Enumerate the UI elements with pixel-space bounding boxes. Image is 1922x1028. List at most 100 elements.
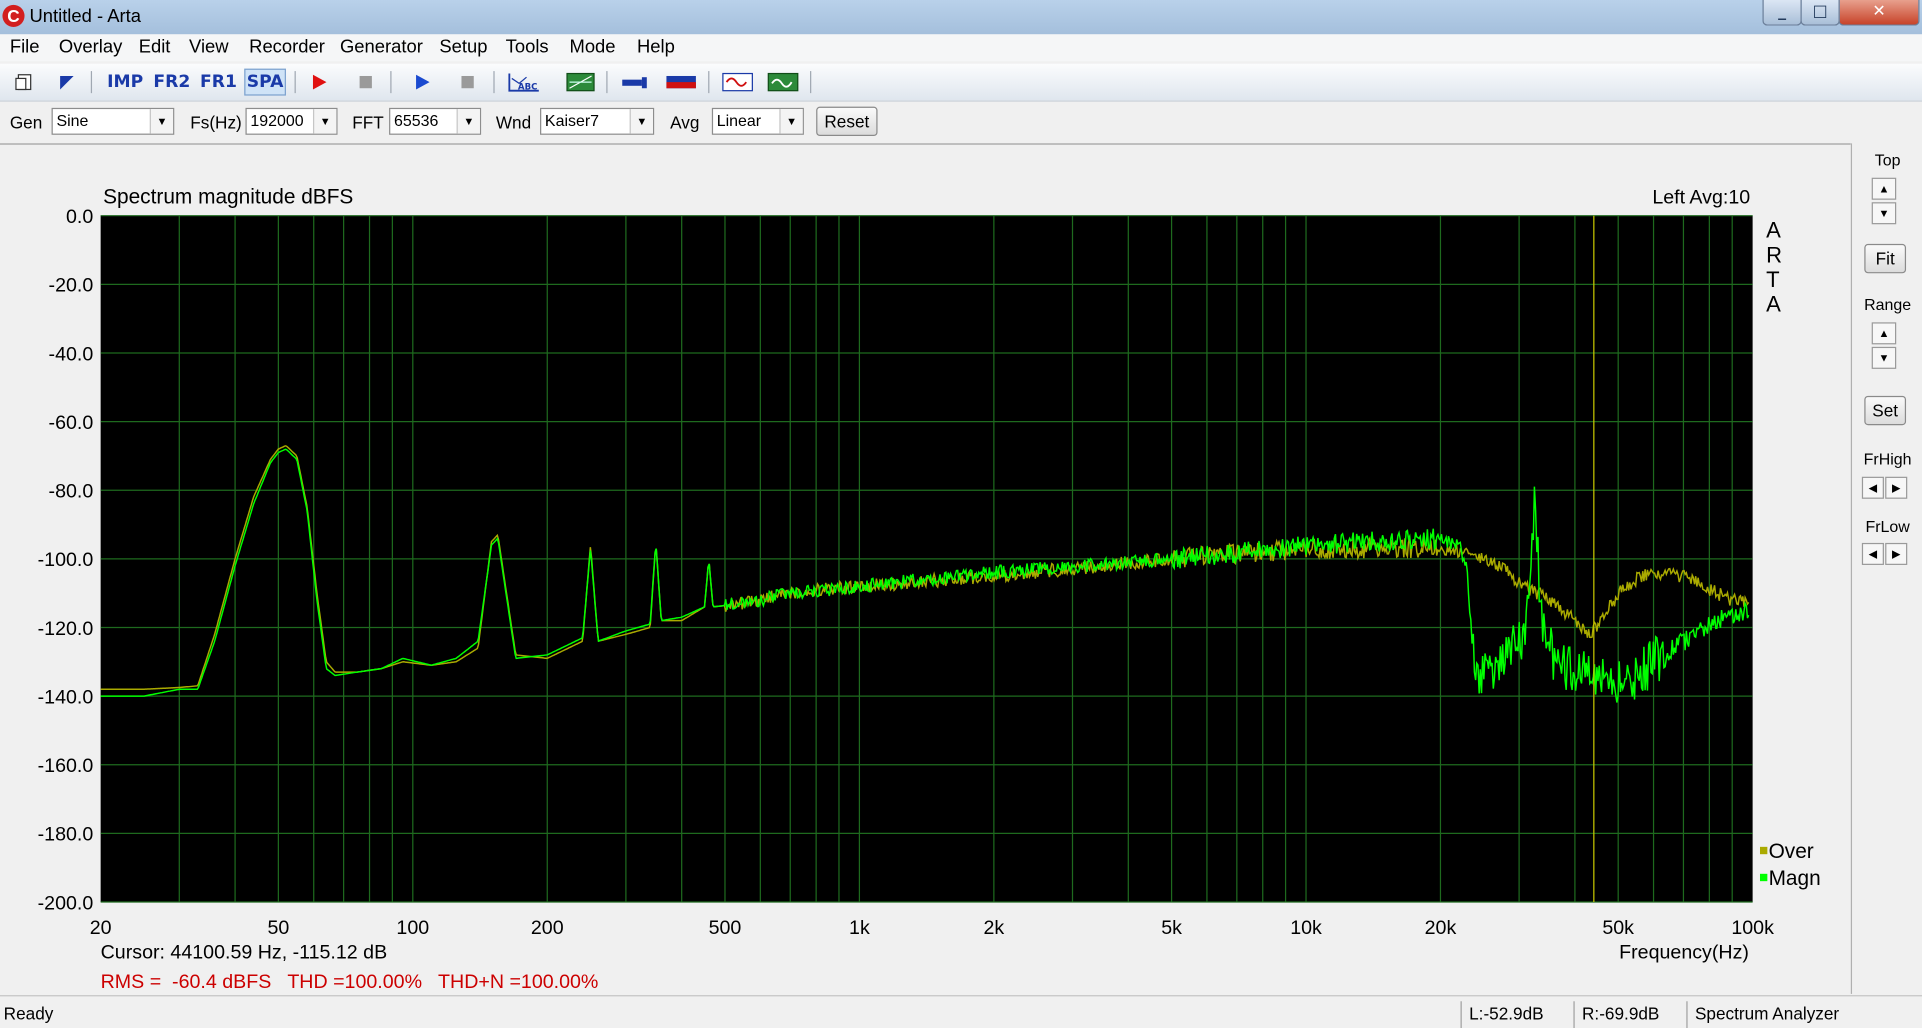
control-bar: Gen Sine ▼ Fs(Hz) 192000 ▼ FFT 65536 ▼ W… xyxy=(0,102,1922,143)
toolbar-separator xyxy=(810,71,812,94)
chevron-down-icon: ▼ xyxy=(149,109,174,134)
fr2-mode-button[interactable]: FR2 xyxy=(152,69,191,96)
y-tick-label: -40.0 xyxy=(49,343,94,365)
reset-button[interactable]: Reset xyxy=(816,106,878,137)
avg-select[interactable]: Linear ▼ xyxy=(711,107,804,135)
gen-select[interactable]: Sine ▼ xyxy=(51,107,175,135)
arta-window: C Untitled - Arta _ □ ✕ File Overlay Edi… xyxy=(0,0,1922,1028)
levels-icon[interactable] xyxy=(664,69,698,96)
menu-tools[interactable]: Tools xyxy=(506,37,549,58)
fit-button[interactable]: Fit xyxy=(1864,243,1907,274)
x-axis-label: Frequency(Hz) xyxy=(1619,941,1749,963)
spectrum-chart[interactable]: Spectrum magnitude dBFS Left Avg:10 0.0 -… xyxy=(0,145,1851,996)
status-bar: Ready L:-52.9dB R:-69.9dB Spectrum Analy… xyxy=(0,995,1922,1028)
fs-value: 192000 xyxy=(250,111,304,130)
y-tick-label: -140.0 xyxy=(38,686,94,708)
chevron-down-icon: ▼ xyxy=(779,109,803,134)
top-down-button[interactable]: ▼ xyxy=(1871,202,1897,225)
x-axis-ticks: 20 50 100 200 500 1k 2k 5k 10k 20k 50k 100k xyxy=(90,917,1774,939)
watermark-letter: A xyxy=(1766,291,1781,316)
x-tick-label: 100 xyxy=(396,917,429,939)
marker-abc-icon[interactable]: ABC xyxy=(506,69,543,96)
left-level: L:-52.9dB xyxy=(1460,1001,1574,1028)
play-icon[interactable] xyxy=(407,69,436,96)
menu-recorder[interactable]: Recorder xyxy=(249,37,325,58)
menu-generator[interactable]: Generator xyxy=(340,37,423,58)
fft-label: FFT xyxy=(352,112,384,133)
stop-play-icon[interactable] xyxy=(453,69,482,96)
watermark-letter: R xyxy=(1766,242,1782,267)
watermark-letter: A xyxy=(1766,218,1781,243)
avg-label: Avg xyxy=(670,112,700,133)
spa-mode-button[interactable]: SPA xyxy=(244,68,286,96)
spectrum-plot-frame: Spectrum magnitude dBFS Left Avg:10 0.0 -… xyxy=(0,143,1851,996)
maximize-button[interactable]: □ xyxy=(1800,0,1840,26)
grid-icon[interactable] xyxy=(565,69,597,96)
fft-value: 65536 xyxy=(393,111,439,130)
y-tick-label: -60.0 xyxy=(49,412,94,434)
range-label: Range xyxy=(1864,295,1912,314)
toolbar-separator xyxy=(390,71,392,94)
stop-record-icon[interactable] xyxy=(351,69,380,96)
legend-swatch-over xyxy=(1759,846,1768,855)
frhigh-left-button[interactable]: ◀ xyxy=(1861,476,1884,499)
probe-icon[interactable] xyxy=(619,69,651,96)
wnd-label: Wnd xyxy=(495,112,532,133)
y-tick-label: -200.0 xyxy=(38,892,94,914)
x-tick-label: 1k xyxy=(849,917,870,939)
close-button[interactable]: ✕ xyxy=(1838,0,1920,26)
toolbar-separator xyxy=(493,71,495,94)
set-button[interactable]: Set xyxy=(1864,395,1907,426)
gen-label: Gen xyxy=(9,112,43,133)
menu-edit[interactable]: Edit xyxy=(139,37,171,58)
y-tick-label: -100.0 xyxy=(38,549,94,571)
frlow-right-button[interactable]: ▶ xyxy=(1885,542,1908,565)
fs-select[interactable]: 192000 ▼ xyxy=(245,107,338,135)
frhigh-right-button[interactable]: ▶ xyxy=(1885,476,1908,499)
frhigh-label: FrHigh xyxy=(1863,449,1912,469)
top-label: Top xyxy=(1874,150,1901,170)
watermark-letter: T xyxy=(1766,267,1779,292)
x-tick-label: 50 xyxy=(267,917,289,939)
toolbar-separator xyxy=(294,71,296,94)
menu-mode[interactable]: Mode xyxy=(569,37,615,58)
status-text: Ready xyxy=(3,1003,54,1024)
record-icon[interactable] xyxy=(304,69,333,96)
range-down-button[interactable]: ▼ xyxy=(1871,346,1897,369)
right-level: R:-69.9dB xyxy=(1573,1001,1686,1028)
svg-text:ABC: ABC xyxy=(518,82,537,92)
toolbar: IMP FR2 FR1 SPA ABC xyxy=(0,63,1922,102)
chart-title: Spectrum magnitude dBFS xyxy=(103,185,353,208)
menu-overlay[interactable]: Overlay xyxy=(59,37,122,58)
toolbar-separator xyxy=(606,71,608,94)
app-icon: C xyxy=(2,4,25,27)
x-tick-label: 500 xyxy=(709,917,742,939)
impulse-mode-button[interactable]: IMP xyxy=(106,69,145,96)
avg-value: Linear xyxy=(716,111,762,130)
chevron-down-icon: ▼ xyxy=(629,109,653,134)
legend-label-magn: Magn xyxy=(1769,867,1821,890)
menu-file[interactable]: File xyxy=(10,37,40,58)
menu-view[interactable]: View xyxy=(189,37,229,58)
fft-select[interactable]: 65536 ▼ xyxy=(389,107,482,135)
wnd-select[interactable]: Kaiser7 ▼ xyxy=(540,107,655,135)
menu-setup[interactable]: Setup xyxy=(439,37,487,58)
x-tick-label: 5k xyxy=(1161,917,1182,939)
new-file-icon[interactable] xyxy=(10,69,39,96)
x-tick-label: 10k xyxy=(1290,917,1322,939)
fs-label: Fs(Hz) xyxy=(190,112,242,133)
window-title: Untitled - Arta xyxy=(29,6,141,27)
top-up-button[interactable]: ▲ xyxy=(1871,177,1897,200)
menu-help[interactable]: Help xyxy=(637,37,675,58)
oscilloscope-icon[interactable] xyxy=(720,69,754,96)
open-file-icon[interactable] xyxy=(52,69,81,96)
scope-green-icon[interactable] xyxy=(766,69,800,96)
minimize-button[interactable]: _ xyxy=(1762,0,1802,26)
wnd-value: Kaiser7 xyxy=(544,111,600,130)
fr1-mode-button[interactable]: FR1 xyxy=(199,69,238,96)
x-tick-label: 200 xyxy=(531,917,564,939)
cursor-readout: Cursor: 44100.59 Hz, -115.12 dB xyxy=(101,941,388,963)
range-up-button[interactable]: ▲ xyxy=(1871,322,1897,345)
chevron-down-icon: ▼ xyxy=(312,109,337,134)
frlow-left-button[interactable]: ◀ xyxy=(1861,542,1884,565)
